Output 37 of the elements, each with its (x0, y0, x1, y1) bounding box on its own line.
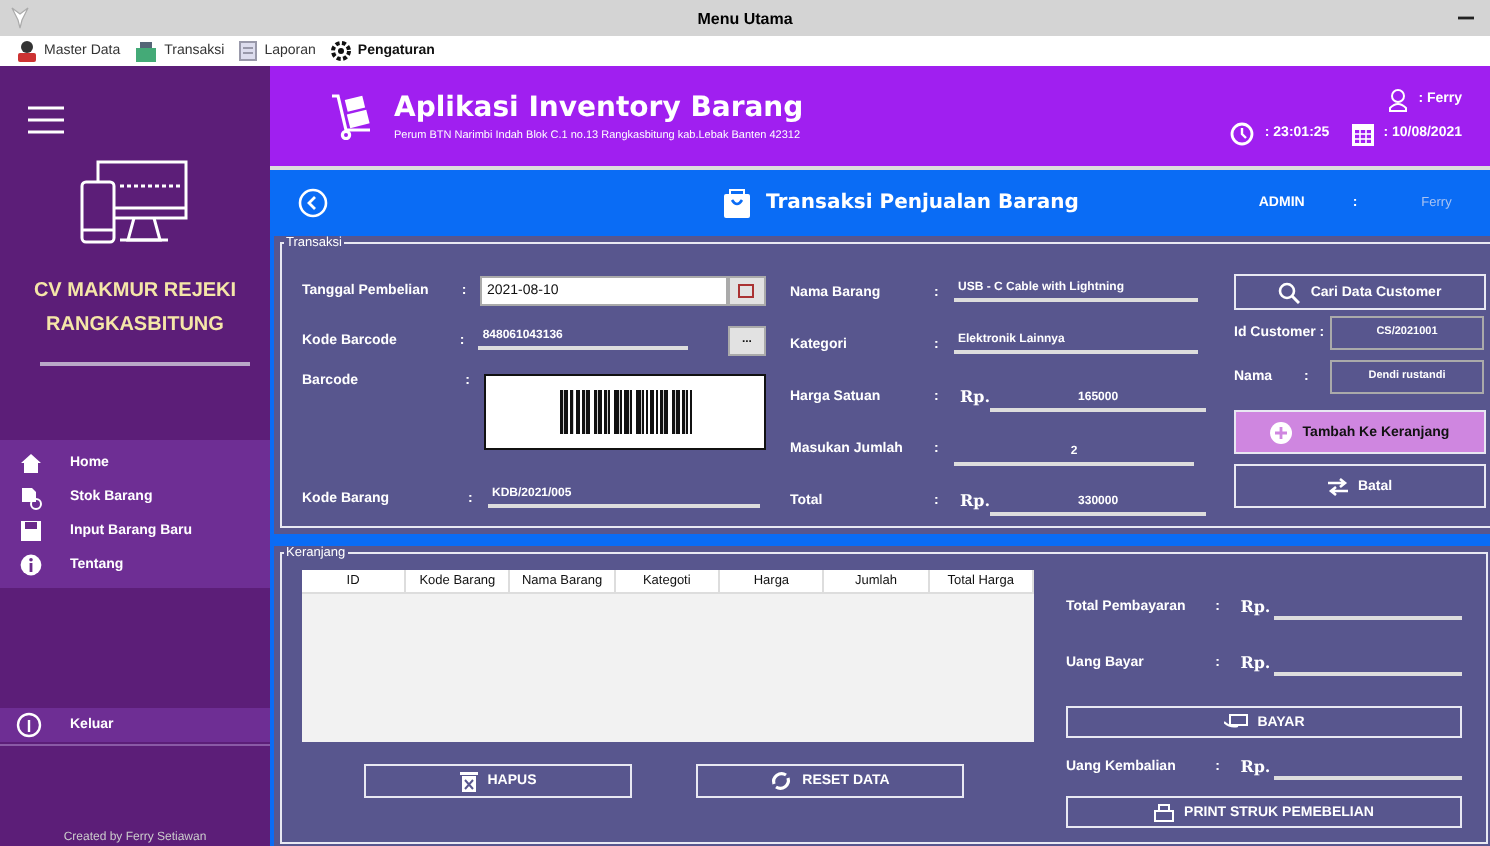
power-icon (16, 712, 42, 738)
search-icon (1278, 281, 1301, 303)
clock-icon (1230, 121, 1255, 145)
user-icon (16, 40, 38, 62)
devices-icon (80, 160, 190, 246)
info-icon (20, 554, 42, 576)
refresh-icon (770, 770, 793, 792)
printer-icon (1154, 803, 1175, 821)
calendar-icon (1351, 121, 1374, 145)
barcode-drawing (559, 389, 692, 434)
currency-label: Rp. (960, 386, 991, 406)
company-name: CV MAKMUR REJEKI RANGKASBITUNG (31, 278, 239, 340)
window-title: Menu Utama (697, 9, 793, 27)
currency-label: Rp. (960, 490, 991, 510)
document-icon (238, 40, 259, 62)
currency-label: Rp. (1240, 756, 1271, 776)
user-icon (1388, 87, 1409, 111)
cash-hand-icon (1223, 714, 1248, 730)
save-icon (20, 520, 42, 542)
file-icon (20, 485, 42, 509)
app-icon (10, 6, 30, 30)
trash-icon (459, 770, 478, 792)
plus-icon (1270, 421, 1293, 443)
page-title: Transaksi Penjualan Barang (766, 192, 1079, 214)
menu-icon[interactable] (28, 106, 64, 134)
cash-register-icon (134, 40, 159, 62)
app-title: Aplikasi Inventory Barang (394, 91, 804, 123)
calendar-button[interactable] (727, 275, 766, 306)
calendar-icon (738, 283, 755, 298)
back-icon[interactable] (298, 188, 328, 218)
shopping-bag-icon (724, 188, 750, 218)
home-icon (20, 452, 42, 474)
settings-icon (329, 40, 352, 62)
currency-label: Rp. (1240, 596, 1271, 616)
currency-label: Rp. (1240, 652, 1271, 672)
swap-icon (1327, 477, 1348, 495)
hand-truck-icon (330, 92, 374, 140)
